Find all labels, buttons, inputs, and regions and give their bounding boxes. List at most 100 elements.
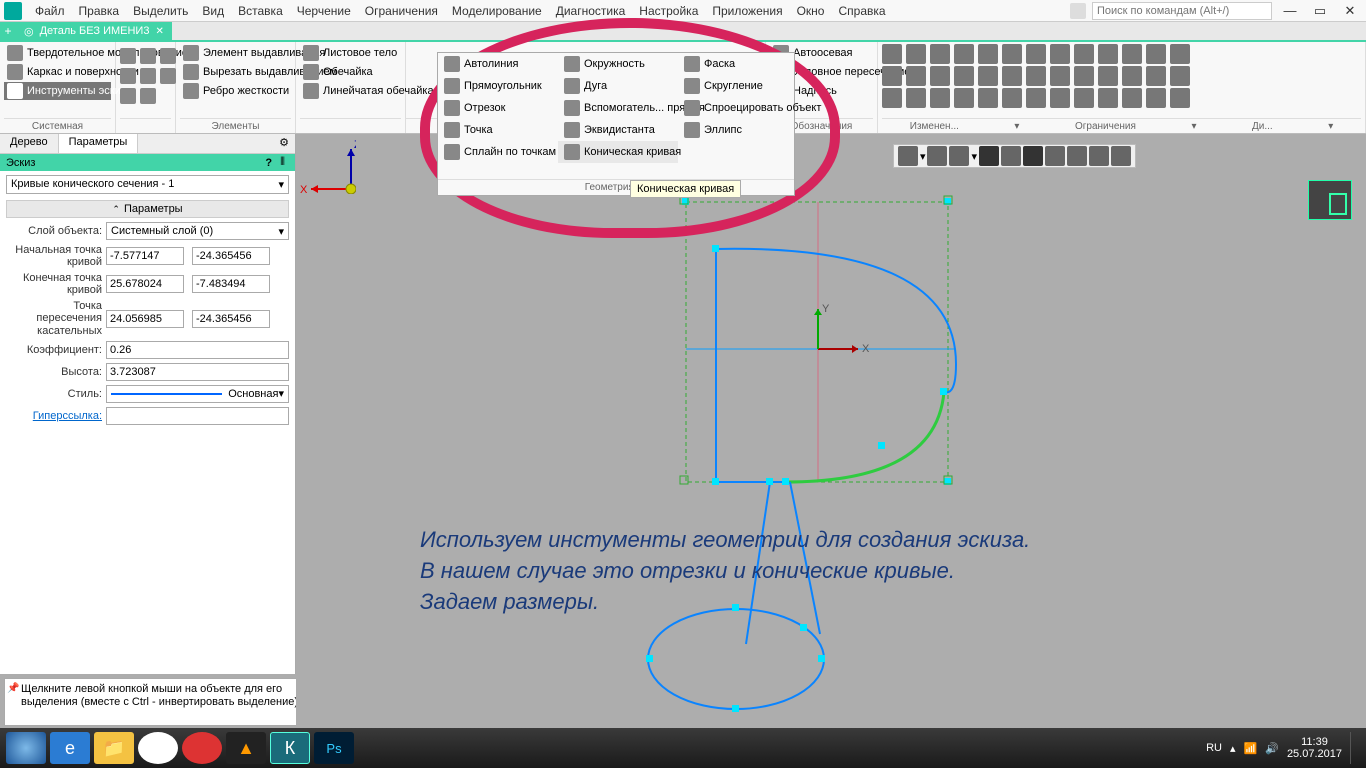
autoline-button[interactable]: Автолиния <box>438 53 558 75</box>
minimize-button[interactable]: — <box>1278 3 1302 18</box>
tab-params[interactable]: Параметры <box>59 134 139 153</box>
print-icon[interactable] <box>120 68 136 84</box>
cut-extrude-button[interactable]: Вырезать выдавливанием <box>180 63 291 81</box>
opera-icon[interactable] <box>182 732 222 764</box>
menu-insert[interactable]: Вставка <box>231 2 290 20</box>
tool-icon[interactable] <box>1002 66 1022 86</box>
copy-icon[interactable] <box>140 68 156 84</box>
document-tab[interactable]: ◎ Деталь БЕЗ ИМЕНИ3 ✕ <box>16 22 172 40</box>
ellipse-button[interactable]: Эллипс <box>678 119 798 141</box>
tangent-x-input[interactable] <box>106 310 184 328</box>
tool-icon[interactable] <box>1074 88 1094 108</box>
tool-icon[interactable] <box>1002 88 1022 108</box>
mode-sketch[interactable]: Инструменты эскиза <box>4 82 111 100</box>
layer-dropdown[interactable]: Системный слой (0)▾ <box>106 222 289 240</box>
tool-icon[interactable] <box>978 88 998 108</box>
ruled-shell-button[interactable]: Линейчатая обечайка <box>300 82 401 100</box>
start-x-input[interactable] <box>106 247 184 265</box>
explorer-icon[interactable]: 📁 <box>94 732 134 764</box>
menu-file[interactable]: Файл <box>28 2 72 20</box>
tray-volume-icon[interactable]: 🔊 <box>1265 742 1279 755</box>
tool-icon[interactable] <box>1122 44 1142 64</box>
tab-tree[interactable]: Дерево <box>0 134 59 153</box>
tool-icon[interactable] <box>882 44 902 64</box>
tool-icon[interactable] <box>1098 88 1118 108</box>
qt-icon[interactable] <box>1023 146 1043 166</box>
close-button[interactable]: ✕ <box>1338 3 1362 19</box>
tool-icon[interactable] <box>954 44 974 64</box>
offset-button[interactable]: Эквидистанта <box>558 119 678 141</box>
end-y-input[interactable] <box>192 275 270 293</box>
tool-icon[interactable] <box>1146 44 1166 64</box>
tool-icon[interactable] <box>1050 66 1070 86</box>
tool-icon[interactable] <box>1050 44 1070 64</box>
redo-icon[interactable] <box>140 88 156 104</box>
tool-icon[interactable] <box>1026 88 1046 108</box>
menu-modeling[interactable]: Моделирование <box>445 2 549 20</box>
tool-icon[interactable] <box>1122 66 1142 86</box>
tab-close-icon[interactable]: ✕ <box>155 26 163 37</box>
end-x-input[interactable] <box>106 275 184 293</box>
tool-icon[interactable] <box>1170 44 1190 64</box>
coef-input[interactable] <box>106 341 289 359</box>
tool-icon[interactable] <box>1050 88 1070 108</box>
tool-icon[interactable] <box>1098 44 1118 64</box>
kompas-taskbar-icon[interactable]: К <box>270 732 310 764</box>
save-icon[interactable] <box>160 48 176 64</box>
tool-icon[interactable] <box>882 88 902 108</box>
height-input[interactable] <box>106 363 289 381</box>
qt-icon[interactable] <box>1067 146 1087 166</box>
fillet-button[interactable]: Скругление <box>678 75 798 97</box>
command-search[interactable] <box>1092 2 1272 20</box>
segment-button[interactable]: Отрезок <box>438 97 558 119</box>
qt-icon[interactable] <box>1001 146 1021 166</box>
show-desktop[interactable] <box>1350 732 1360 764</box>
tool-icon[interactable] <box>1170 88 1190 108</box>
tool-icon[interactable] <box>906 88 926 108</box>
pin-icon[interactable]: 📌 <box>7 683 19 695</box>
panel-gear-icon[interactable]: ⚙ <box>273 134 295 153</box>
aimp-icon[interactable]: ▲ <box>226 732 266 764</box>
chamfer-button[interactable]: Фаска <box>678 53 798 75</box>
tool-icon[interactable] <box>1146 66 1166 86</box>
style-dropdown[interactable]: Основная▾ <box>106 385 289 403</box>
add-tab-button[interactable]: + <box>0 22 16 40</box>
open-icon[interactable] <box>140 48 156 64</box>
shell-button[interactable]: Обечайка <box>300 63 401 81</box>
collapse-icon[interactable]: ⦀ <box>276 156 289 169</box>
photoshop-icon[interactable]: Ps <box>314 732 354 764</box>
mode-solid[interactable]: Твердотельное моделирование <box>4 44 111 62</box>
tool-icon[interactable] <box>1146 88 1166 108</box>
tray-flag-icon[interactable]: ▴ <box>1230 742 1236 755</box>
tray-network-icon[interactable]: 📶 <box>1244 742 1258 755</box>
menu-select[interactable]: Выделить <box>126 2 195 20</box>
menu-diag[interactable]: Диагностика <box>549 2 633 20</box>
tool-icon[interactable] <box>1026 66 1046 86</box>
tool-icon[interactable] <box>1122 88 1142 108</box>
mode-surface[interactable]: Каркас и поверхности <box>4 63 111 81</box>
menu-drawing[interactable]: Черчение <box>290 2 358 20</box>
tool-icon[interactable] <box>954 66 974 86</box>
rib-button[interactable]: Ребро жесткости <box>180 82 291 100</box>
ie-icon[interactable]: e <box>50 732 90 764</box>
curve-dropdown[interactable]: Кривые конического сечения - 1▾ <box>6 175 289 194</box>
tool-icon[interactable] <box>930 66 950 86</box>
start-button[interactable] <box>6 732 46 764</box>
menu-view[interactable]: Вид <box>195 2 231 20</box>
tangent-y-input[interactable] <box>192 310 270 328</box>
menu-apps[interactable]: Приложения <box>705 2 789 20</box>
tool-icon[interactable] <box>1026 44 1046 64</box>
menu-help[interactable]: Справка <box>831 2 892 20</box>
tool-icon[interactable] <box>1074 66 1094 86</box>
qt-icon[interactable] <box>949 146 969 166</box>
tool-icon[interactable] <box>882 66 902 86</box>
tool-icon[interactable] <box>930 44 950 64</box>
menu-window[interactable]: Окно <box>790 2 832 20</box>
start-y-input[interactable] <box>192 247 270 265</box>
chrome-icon[interactable]: ◉ <box>138 732 178 764</box>
conic-button[interactable]: Коническая кривая <box>558 141 678 163</box>
maximize-button[interactable]: ▭ <box>1308 3 1332 19</box>
tool-icon[interactable] <box>1074 44 1094 64</box>
qt-icon[interactable] <box>927 146 947 166</box>
help-icon[interactable]: ? <box>261 157 276 169</box>
